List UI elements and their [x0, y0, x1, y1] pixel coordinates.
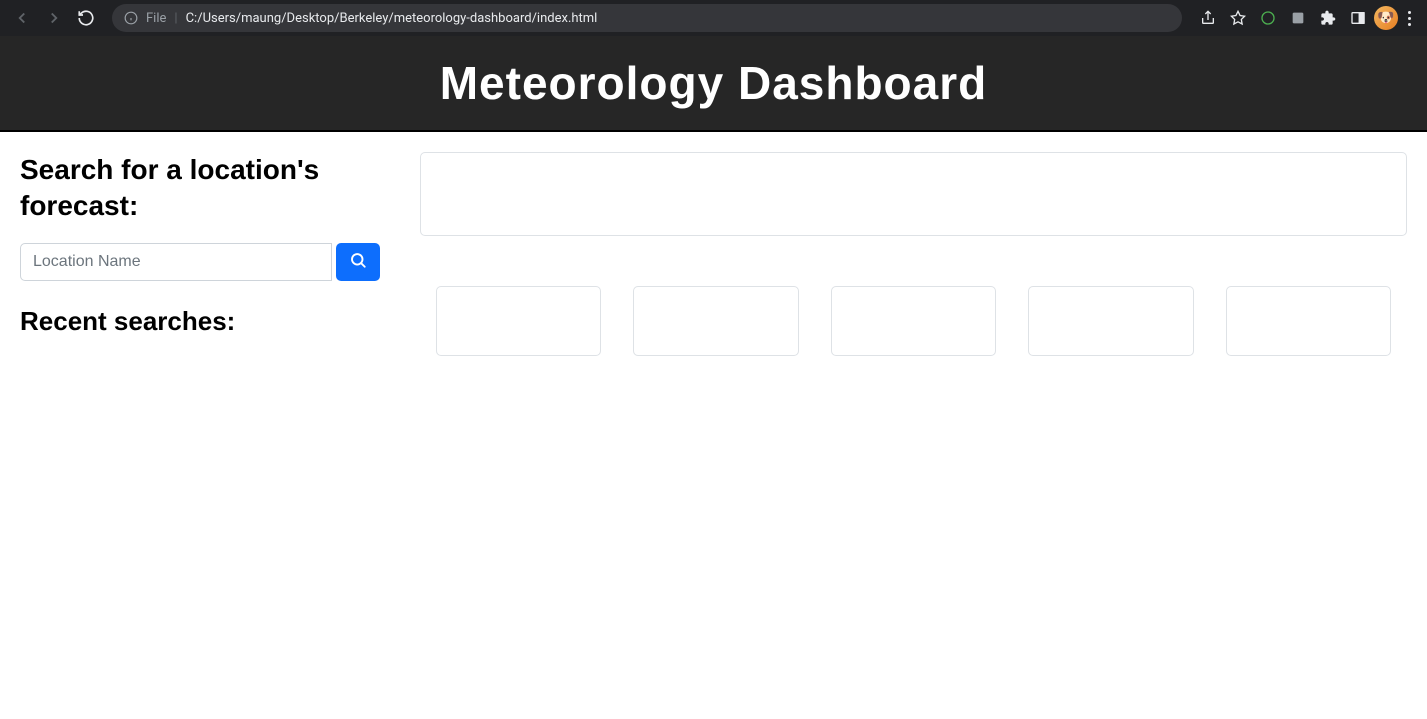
page-title: Meteorology Dashboard — [0, 56, 1427, 110]
forecast-row — [420, 286, 1407, 356]
browser-toolbar: File | C:/Users/maung/Desktop/Berkeley/m… — [0, 0, 1427, 36]
forecast-card — [831, 286, 996, 356]
main-content: Search for a location's forecast: Recent… — [0, 132, 1427, 376]
forecast-card — [436, 286, 601, 356]
chrome-menu-icon[interactable] — [1400, 7, 1419, 30]
forecast-card — [633, 286, 798, 356]
search-icon — [349, 251, 367, 272]
location-search-input[interactable] — [20, 243, 332, 281]
recent-searches-heading: Recent searches: — [20, 306, 380, 337]
forecast-card — [1028, 286, 1193, 356]
browser-actions: 🐶 — [1194, 4, 1419, 32]
current-weather-card — [420, 152, 1407, 236]
bookmark-star-icon[interactable] — [1224, 4, 1252, 32]
forward-button[interactable] — [40, 4, 68, 32]
address-divider: | — [174, 11, 177, 26]
sidebar: Search for a location's forecast: Recent… — [20, 152, 380, 356]
extensions-puzzle-icon[interactable] — [1314, 4, 1342, 32]
profile-avatar[interactable]: 🐶 — [1374, 6, 1398, 30]
extension-icon-1[interactable] — [1254, 4, 1282, 32]
address-scheme-label: File — [146, 11, 166, 26]
results-area — [420, 152, 1407, 356]
search-heading: Search for a location's forecast: — [20, 152, 380, 225]
side-panel-icon[interactable] — [1344, 4, 1372, 32]
address-url: C:/Users/maung/Desktop/Berkeley/meteorol… — [186, 11, 598, 26]
info-icon — [124, 11, 138, 25]
search-form — [20, 243, 380, 281]
page-header: Meteorology Dashboard — [0, 36, 1427, 132]
forecast-card — [1226, 286, 1391, 356]
back-button[interactable] — [8, 4, 36, 32]
search-button[interactable] — [336, 243, 380, 281]
extension-icon-2[interactable] — [1284, 4, 1312, 32]
reload-button[interactable] — [72, 4, 100, 32]
address-bar[interactable]: File | C:/Users/maung/Desktop/Berkeley/m… — [112, 4, 1182, 32]
share-icon[interactable] — [1194, 4, 1222, 32]
